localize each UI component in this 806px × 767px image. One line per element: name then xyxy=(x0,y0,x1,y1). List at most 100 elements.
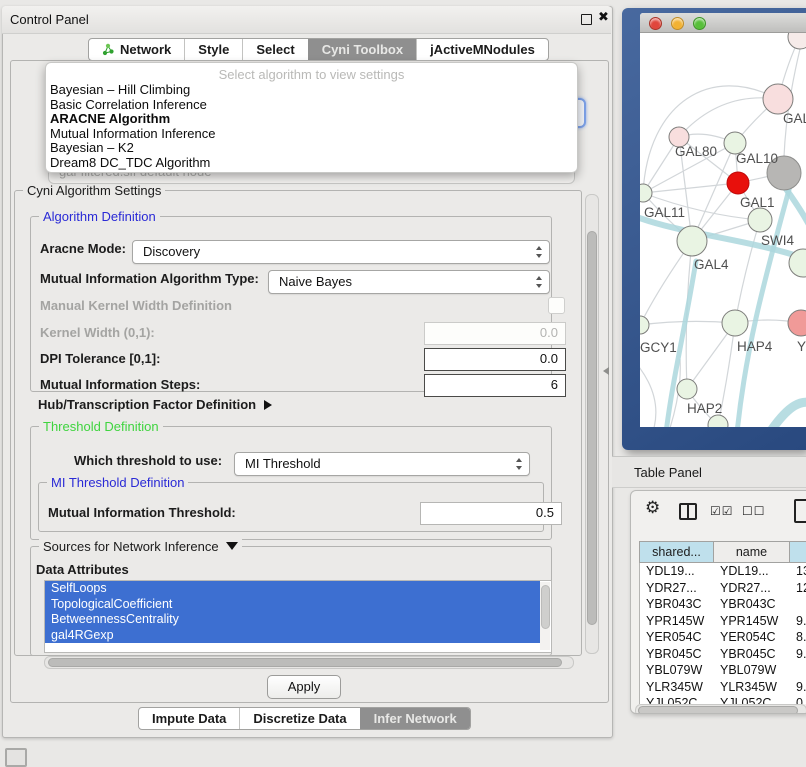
table-cell[interactable] xyxy=(790,596,806,613)
dropdown-item-dream8-dc-tdc-algorithm[interactable]: Dream8 DC_TDC Algorithm xyxy=(46,156,577,171)
table-row[interactable]: YBR043CYBR043C xyxy=(640,596,806,613)
table-row[interactable]: YJL052CYJL052C0 xyxy=(640,695,806,704)
hub-section-toggle[interactable]: Hub/Transcription Factor Definition xyxy=(38,397,272,412)
tab-discretize-data[interactable]: Discretize Data xyxy=(239,708,359,729)
dropdown-item-bayesian-k2[interactable]: Bayesian – K2 xyxy=(46,141,577,156)
column-header-name[interactable]: name xyxy=(714,542,790,562)
new-table-icon[interactable] xyxy=(794,499,806,523)
tab-select[interactable]: Select xyxy=(242,39,307,60)
table-row[interactable]: YDR27...YDR27...12 xyxy=(640,580,806,597)
table-settings-gear-icon[interactable]: ⚙ xyxy=(645,498,660,518)
table-row[interactable]: YBR045CYBR045C9. xyxy=(640,646,806,663)
table-cell[interactable]: YBR045C xyxy=(714,646,790,663)
network-node[interactable] xyxy=(722,310,748,336)
attribute-item-betweennesscentrality[interactable]: BetweennessCentrality xyxy=(45,612,540,628)
kernel-width-field[interactable]: 0.0 xyxy=(424,322,566,345)
table-cell[interactable]: YLR345W xyxy=(714,679,790,696)
table-cell[interactable]: 13 xyxy=(790,563,806,580)
network-node[interactable] xyxy=(677,226,707,256)
tab-network[interactable]: Network xyxy=(89,39,184,60)
table-cell[interactable]: YDL19... xyxy=(640,563,714,580)
table-row[interactable]: YBL079WYBL079W xyxy=(640,662,806,679)
table-cell[interactable]: 9. xyxy=(790,646,806,663)
tab-infer-network[interactable]: Infer Network xyxy=(360,708,470,729)
table-cell[interactable]: YJL052C xyxy=(714,695,790,704)
network-node[interactable] xyxy=(763,84,793,114)
float-window-icon[interactable] xyxy=(581,14,592,25)
network-node[interactable] xyxy=(727,172,749,194)
settings-vertical-scrollbar[interactable] xyxy=(585,194,599,654)
mi-steps-field[interactable]: 6 xyxy=(424,374,566,397)
table-cell[interactable]: YER054C xyxy=(640,629,714,646)
column-header-a[interactable]: A xyxy=(790,542,806,562)
attribute-item-selfloops[interactable]: SelfLoops xyxy=(45,581,540,597)
network-node[interactable] xyxy=(677,379,697,399)
table-cell[interactable]: YPR145W xyxy=(714,613,790,630)
dropdown-item-mutual-information-inference[interactable]: Mutual Information Inference xyxy=(46,127,577,142)
select-all-icon[interactable]: ☑☑ xyxy=(710,504,734,518)
list-scrollbar[interactable] xyxy=(540,582,550,650)
table-cell[interactable]: 0 xyxy=(790,695,806,704)
minimize-traffic-light-icon[interactable] xyxy=(671,17,684,30)
network-window-titlebar[interactable] xyxy=(640,13,806,33)
table-cell[interactable]: YPR145W xyxy=(640,613,714,630)
network-node[interactable] xyxy=(640,316,649,334)
manual-kernel-checkbox[interactable] xyxy=(548,297,565,314)
table-cell[interactable]: YDR27... xyxy=(714,580,790,597)
table-cell[interactable]: YDL19... xyxy=(714,563,790,580)
which-threshold-select[interactable]: MI Threshold xyxy=(234,452,530,476)
table-cell[interactable] xyxy=(790,662,806,679)
tab-jactivemnodules[interactable]: jActiveMNodules xyxy=(416,39,548,60)
control-panel-title: Control Panel xyxy=(10,12,89,27)
node-label-hap2: HAP2 xyxy=(687,401,722,416)
table-cell[interactable]: YBL079W xyxy=(714,662,790,679)
dpi-tolerance-field[interactable]: 0.0 xyxy=(424,348,566,371)
table-horizontal-scrollbar[interactable] xyxy=(635,704,806,714)
table-cell[interactable]: 12 xyxy=(790,580,806,597)
network-node[interactable] xyxy=(788,310,806,336)
table-row[interactable]: YDL19...YDL19...13 xyxy=(640,563,806,580)
data-attributes-list[interactable]: SelfLoopsTopologicalCoefficientBetweenne… xyxy=(44,580,552,653)
sources-toggle[interactable]: Sources for Network Inference xyxy=(39,539,242,555)
settings-horizontal-scrollbar[interactable] xyxy=(44,656,574,669)
dropdown-item-bayesian-hill-climbing[interactable]: Bayesian – Hill Climbing xyxy=(46,83,577,98)
table-row[interactable]: YLR345WYLR345W9. xyxy=(640,679,806,696)
tab-cyni-toolbox[interactable]: Cyni Toolbox xyxy=(308,39,416,60)
table-cell[interactable]: YBR043C xyxy=(640,596,714,613)
deselect-all-icon[interactable]: ☐☐ xyxy=(742,504,766,518)
column-header-shared-[interactable]: shared... xyxy=(640,542,714,562)
close-icon[interactable]: ✖ xyxy=(598,10,609,25)
table-cell[interactable]: YJL052C xyxy=(640,695,714,704)
table-cell[interactable]: YBL079W xyxy=(640,662,714,679)
network-node[interactable] xyxy=(708,415,728,427)
close-traffic-light-icon[interactable] xyxy=(649,17,662,30)
minimized-window-icon[interactable] xyxy=(5,748,27,767)
dropdown-item-aracne-algorithm[interactable]: ARACNE Algorithm xyxy=(46,112,577,127)
table-row[interactable]: YER054CYER054C8. xyxy=(640,629,806,646)
column-layout-icon[interactable] xyxy=(679,503,697,520)
zoom-traffic-light-icon[interactable] xyxy=(693,17,706,30)
tab-style[interactable]: Style xyxy=(184,39,242,60)
panel-divider-arrow[interactable] xyxy=(603,367,609,375)
attribute-item-gal4rgexp[interactable]: gal4RGexp xyxy=(45,628,540,644)
network-node[interactable] xyxy=(640,184,652,202)
table-cell[interactable]: 9. xyxy=(790,679,806,696)
table-cell[interactable]: YBR043C xyxy=(714,596,790,613)
aracne-mode-select[interactable]: Discovery xyxy=(132,240,550,264)
table-cell[interactable]: YLR345W xyxy=(640,679,714,696)
mi-threshold-field[interactable]: 0.5 xyxy=(420,502,562,525)
table-cell[interactable]: YDR27... xyxy=(640,580,714,597)
table-row[interactable]: YPR145WYPR145W9. xyxy=(640,613,806,630)
network-canvas[interactable]: GALGAL80GAL10GAL11GAL1SWI4GAL4GCY1HAP4YH… xyxy=(640,33,806,427)
table-cell[interactable]: 8. xyxy=(790,629,806,646)
attribute-item-topologicalcoefficient[interactable]: TopologicalCoefficient xyxy=(45,597,540,613)
network-node[interactable] xyxy=(788,33,806,49)
network-node[interactable] xyxy=(748,208,772,232)
table-cell[interactable]: YER054C xyxy=(714,629,790,646)
mi-type-select[interactable]: Naive Bayes xyxy=(268,270,550,294)
tab-impute-data[interactable]: Impute Data xyxy=(139,708,239,729)
table-cell[interactable]: 9. xyxy=(790,613,806,630)
apply-button[interactable]: Apply xyxy=(267,675,341,699)
dropdown-item-basic-correlation-inference[interactable]: Basic Correlation Inference xyxy=(46,98,577,113)
table-cell[interactable]: YBR045C xyxy=(640,646,714,663)
